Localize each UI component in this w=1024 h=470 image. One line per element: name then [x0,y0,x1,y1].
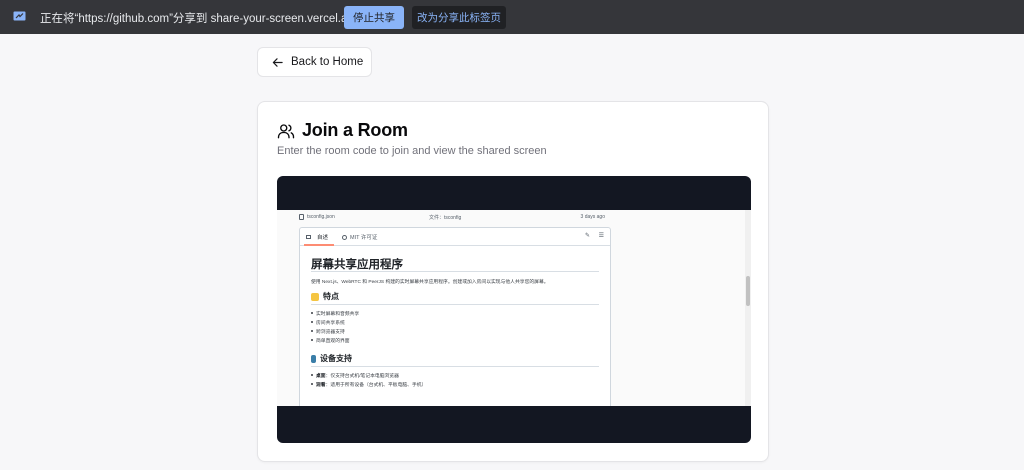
features-heading-text: 特点 [323,292,339,301]
shared-screen-video: tsconfig.json 文件：tsconfig 3 days ago 自述 … [277,176,751,443]
divider [311,304,599,305]
device-label: 桌面 [316,374,326,379]
file-row: tsconfig.json 文件：tsconfig 3 days ago [299,212,611,223]
phone-icon [311,354,316,363]
device-text: ：适用于所有设备（台式机、平板电脑、手机） [325,383,427,388]
card-header: Join a Room [277,120,408,141]
file-time: 3 days ago [580,214,605,220]
users-icon [277,123,295,138]
devices-heading: 设备支持 [311,353,352,364]
back-to-home-button[interactable]: Back to Home [257,47,372,77]
book-icon [306,235,311,239]
list-item: 房间共享系统 [311,321,345,326]
tab-license: MIT 许可证 [342,233,377,241]
scale-icon [342,234,347,240]
divider [311,271,599,272]
file-icon [299,214,304,220]
screen-share-bar: 正在将“https://github.com”分享到 share-your-sc… [0,0,1024,34]
readme-title: 屏幕共享应用程序 [311,259,403,271]
list-item: 桌面：仅支持台式机/笔记本电脑浏览器 [311,372,399,379]
screen-share-icon [13,11,26,21]
features-heading: 特点 [311,291,339,302]
devices-heading-text: 设备支持 [320,354,352,363]
tab-readme-label: 自述 [317,235,329,241]
tab-active-underline [304,244,334,246]
divider [311,366,599,367]
share-this-tab-button[interactable]: 改为分享此标签页 [412,6,506,29]
list-item: 实时屏幕和音频共享 [310,312,360,317]
join-room-card: Join a Room Enter the room code to join … [257,101,769,462]
back-button-label: Back to Home [291,56,364,68]
readme-tabs: 自述 MIT 许可证 ✎ ☰ [300,228,610,246]
readme-panel: 自述 MIT 许可证 ✎ ☰ 屏幕共享应用程序 使用 Next.js、WebRT… [299,227,611,406]
pencil-icon: ✎ [584,233,590,239]
file-commit: 文件：tsconfig [429,215,462,221]
file-name: tsconfig.json [307,214,335,220]
sparkles-icon [311,292,319,301]
card-title: Join a Room [302,120,408,140]
card-subtitle: Enter the room code to join and view the… [277,145,547,157]
arrow-left-icon [272,57,283,67]
share-status-text: 正在将“https://github.com”分享到 share-your-sc… [40,13,361,25]
list-item: 跨浏览器支持 [311,330,345,335]
shared-screen-content: tsconfig.json 文件：tsconfig 3 days ago 自述 … [277,210,751,406]
stop-sharing-button[interactable]: 停止共享 [344,6,404,29]
readme-description: 使用 Next.js、WebRTC 和 PeerJS 构建的实时屏幕共享应用程序… [311,280,549,285]
device-label: 观看 [316,383,326,388]
device-text: ：仅支持台式机/笔记本电脑浏览器 [325,374,399,379]
list-item: 观看：适用于所有设备（台式机、平板电脑、手机） [310,381,427,388]
tab-readme: 自述 [306,233,328,241]
scrollbar-track [745,210,751,406]
list-item: 简单直观的界面 [311,339,350,344]
list-icon: ☰ [598,233,604,239]
scrollbar-thumb [746,276,750,306]
tab-license-label: MIT 许可证 [350,235,378,241]
